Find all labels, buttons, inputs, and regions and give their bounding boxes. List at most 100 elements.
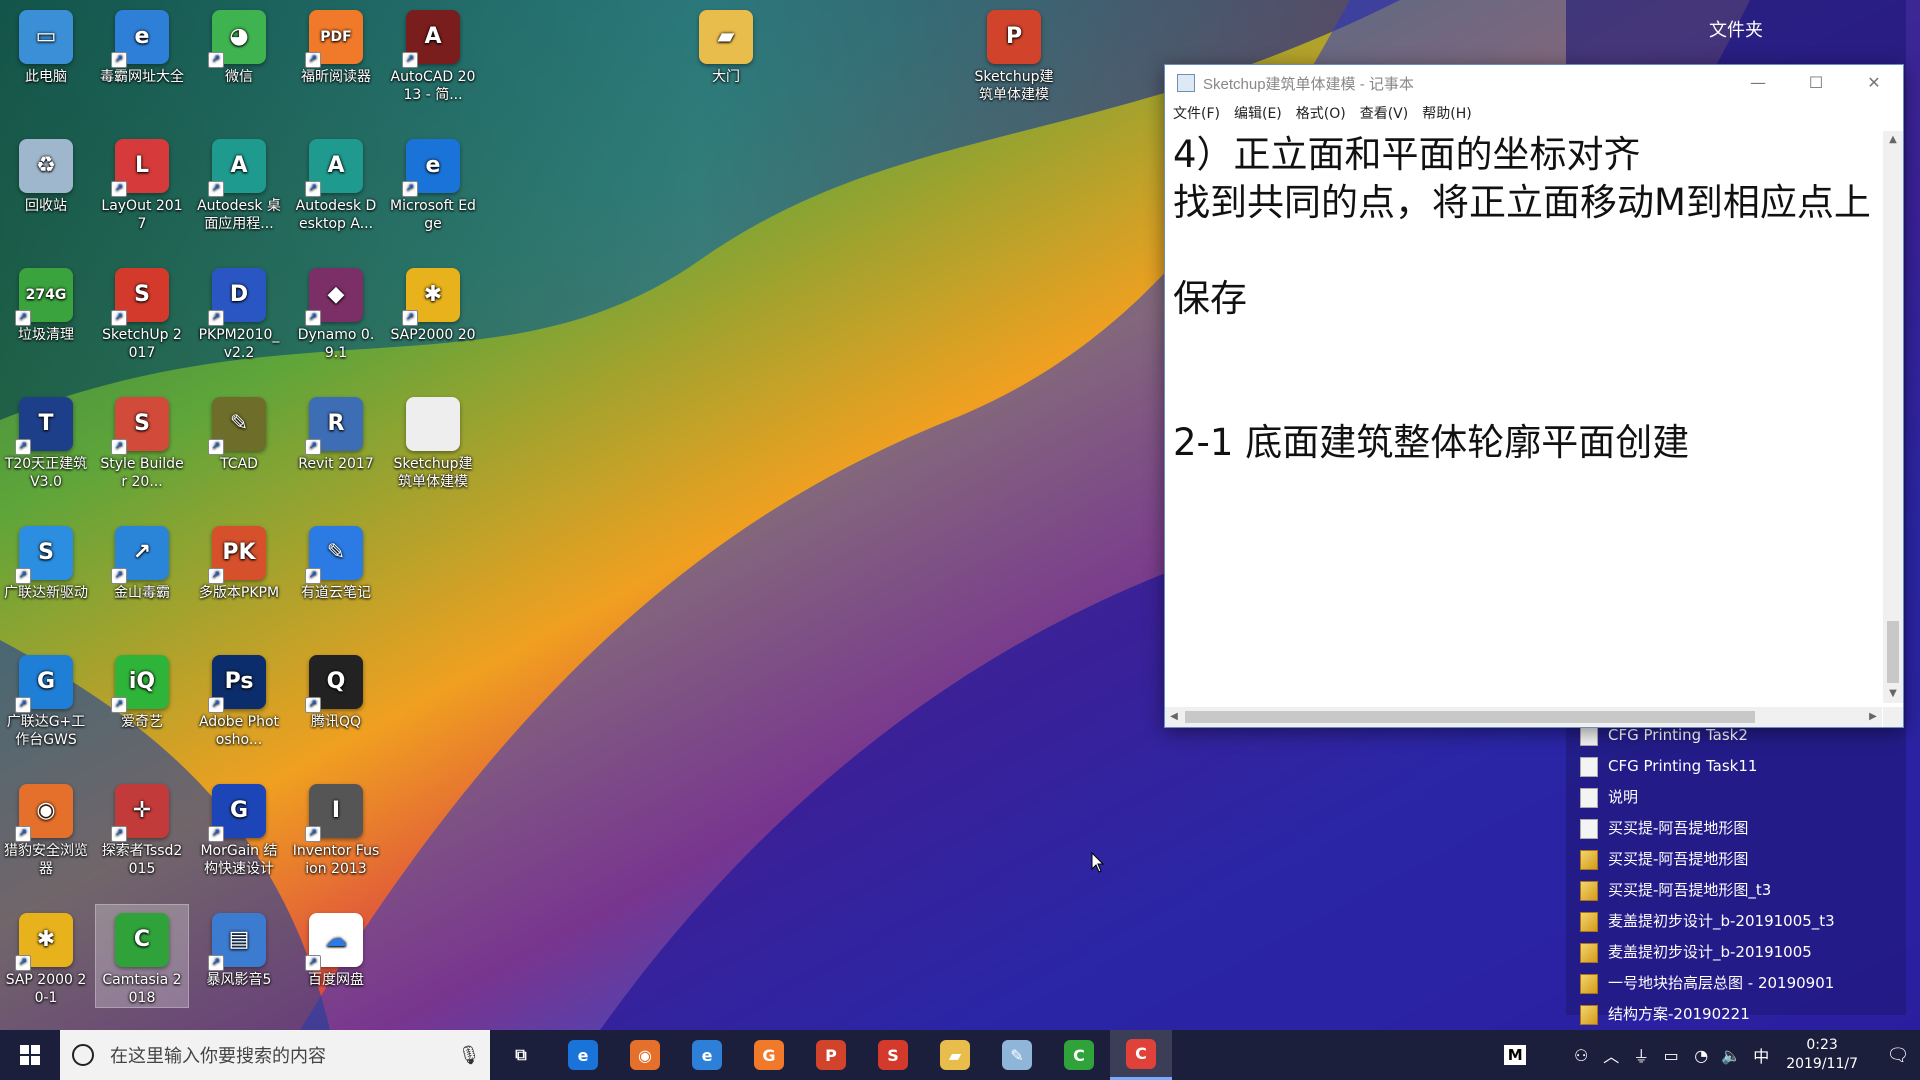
- desktop-icon[interactable]: A ↗ Autodesk 桌面应用程...: [193, 131, 285, 233]
- desktop-icon[interactable]: ✎ ↗ TCAD: [193, 389, 285, 473]
- taskbar-app-task-view[interactable]: ⧉: [490, 1030, 552, 1080]
- taskbar-app-cheetah-browser[interactable]: ◉: [614, 1030, 676, 1080]
- desktop-icon[interactable]: A ↗ AutoCAD 2013 - 简...: [387, 2, 479, 104]
- shortcut-arrow-icon: ↗: [305, 52, 321, 68]
- edge-icon: e: [568, 1040, 598, 1070]
- desktop-icon[interactable]: e ↗ 毒霸网址大全: [96, 2, 188, 86]
- taskbar-app-camtasia[interactable]: C: [1048, 1030, 1110, 1080]
- shortcut-arrow-icon: ↗: [208, 52, 224, 68]
- desktop-icon[interactable]: L ↗ LayOut 2017: [96, 131, 188, 233]
- horizontal-scroll-thumb[interactable]: [1185, 711, 1755, 723]
- sketchup-file-icon: [1580, 973, 1598, 994]
- desktop-icon[interactable]: S ↗ Style Builder 20...: [96, 389, 188, 491]
- ime-mode-indicator[interactable]: M: [1504, 1045, 1527, 1065]
- desktop-icon[interactable]: Ps ↗ Adobe Photosho...: [193, 647, 285, 749]
- taskbar-app-sketchup[interactable]: S: [862, 1030, 924, 1080]
- shortcut-arrow-icon: ↗: [15, 697, 31, 713]
- shortcut-arrow-icon: ↗: [305, 310, 321, 326]
- desktop-icon[interactable]: I ↗ Inventor Fusion 2013: [290, 776, 382, 878]
- minimize-button[interactable]: —: [1729, 65, 1787, 101]
- desktop-icon[interactable]: ☁ ↗ 百度网盘: [290, 905, 382, 989]
- maximize-button[interactable]: ☐: [1787, 65, 1845, 101]
- notepad-icon: ✎: [1002, 1040, 1032, 1070]
- desktop-icon[interactable]: ↗ ↗ 金山毒霸: [96, 518, 188, 602]
- start-button[interactable]: [0, 1030, 60, 1080]
- notepad-titlebar[interactable]: Sketchup建筑单体建模 - 记事本 — ☐ ✕: [1165, 65, 1903, 101]
- desktop-icon[interactable]: ✱ ↗ SAP 2000 20-1: [0, 905, 92, 1007]
- folder-list-item[interactable]: 麦盖提初步设计_b-20191005: [1580, 937, 1900, 968]
- desktop-icon[interactable]: ▰ 大门: [680, 2, 772, 86]
- volume-icon[interactable]: 🔈: [1716, 1046, 1746, 1065]
- network-icon[interactable]: ◔: [1686, 1046, 1716, 1065]
- taskbar-app-ie[interactable]: e: [676, 1030, 738, 1080]
- scroll-right-arrow-icon[interactable]: ▶: [1864, 707, 1882, 727]
- desktop-icon[interactable]: A ↗ Autodesk Desktop A...: [290, 131, 382, 233]
- menu-item[interactable]: 查看(V): [1360, 103, 1409, 123]
- menu-item[interactable]: 编辑(E): [1234, 103, 1282, 123]
- ime-language-indicator[interactable]: 中: [1746, 1043, 1776, 1067]
- folder-list-item[interactable]: 买买提-阿吾提地形图: [1580, 844, 1900, 875]
- people-icon[interactable]: ⚇: [1566, 1046, 1596, 1065]
- taskbar-app-foxit-reader[interactable]: G: [738, 1030, 800, 1080]
- app-icon: ✛ ↗: [111, 784, 169, 842]
- text-line: 4）正立面和平面的坐标对齐: [1173, 133, 1641, 176]
- desktop-icon[interactable]: ♻ 回收站: [0, 131, 92, 215]
- desktop-icon[interactable]: ✱ ↗ SAP2000 20: [387, 260, 479, 344]
- close-button[interactable]: ✕: [1845, 65, 1903, 101]
- desktop-icon[interactable]: ✛ ↗ 探索者Tssd2015: [96, 776, 188, 878]
- taskbar-app-file-explorer[interactable]: ▰: [924, 1030, 986, 1080]
- desktop-icon[interactable]: R ↗ Revit 2017: [290, 389, 382, 473]
- menu-item[interactable]: 格式(O): [1296, 103, 1346, 123]
- desktop-icon[interactable]: ▭ 此电脑: [0, 2, 92, 86]
- taskbar-app-notepad[interactable]: ✎: [986, 1030, 1048, 1080]
- desktop-icon[interactable]: S ↗ 广联达新驱动: [0, 518, 92, 602]
- taskbar-search-box[interactable]: 在这里输入你要搜索的内容 🎙: [60, 1030, 490, 1080]
- desktop-icon[interactable]: P Sketchup建筑单体建模: [968, 2, 1060, 104]
- scroll-left-arrow-icon[interactable]: ◀: [1165, 707, 1183, 727]
- microphone-icon[interactable]: 🎙: [454, 1045, 484, 1066]
- action-center-notification-icon[interactable]: 🗨: [1876, 1045, 1920, 1066]
- horizontal-scrollbar[interactable]: ◀ ▶: [1165, 707, 1882, 727]
- folder-list-item[interactable]: 结构方案-20190221: [1580, 999, 1900, 1030]
- desktop-icon[interactable]: G ↗ 广联达G+工作台GWS: [0, 647, 92, 749]
- taskbar-clock[interactable]: 0:23 2019/11/7: [1786, 1036, 1858, 1074]
- menu-item[interactable]: 文件(F): [1173, 103, 1220, 123]
- desktop-icon[interactable]: ▤ ↗ 暴风影音5: [193, 905, 285, 989]
- vertical-scroll-thumb[interactable]: [1887, 621, 1899, 683]
- folder-list-item[interactable]: 买买提-阿吾提地形图_t3: [1580, 875, 1900, 906]
- show-hidden-icons-chevron-up-icon[interactable]: ︿: [1596, 1043, 1626, 1067]
- desktop-icon[interactable]: T ↗ T20天正建筑V3.0: [0, 389, 92, 491]
- taskbar-app-powerpoint[interactable]: P: [800, 1030, 862, 1080]
- desktop-icon[interactable]: D ↗ PKPM2010_v2.2: [193, 260, 285, 362]
- desktop-icon[interactable]: ◕ ↗ 微信: [193, 2, 285, 86]
- taskbar-app-camtasia-recorder[interactable]: C: [1110, 1030, 1172, 1080]
- desktop-icon[interactable]: ◉ ↗ 猎豹安全浏览器: [0, 776, 92, 878]
- vertical-scrollbar[interactable]: ▲ ▼: [1883, 131, 1903, 703]
- battery-icon[interactable]: ▭: [1656, 1046, 1686, 1065]
- desktop-icon[interactable]: e ↗ Microsoft Edge: [387, 131, 479, 233]
- folder-list-item[interactable]: 说明: [1580, 782, 1900, 813]
- desktop-icon[interactable]: ◆ ↗ Dynamo 0.9.1: [290, 260, 382, 362]
- desktop-icon[interactable]: PDF ↗ 福昕阅读器: [290, 2, 382, 86]
- desktop-icon[interactable]: G ↗ MorGain 结构快速设计: [193, 776, 285, 878]
- notepad-text-area[interactable]: 4）正立面和平面的坐标对齐 找到共同的点，将正立面移动M到相应点上 保存 2-1 底面…: [1165, 131, 1882, 703]
- desktop-icon[interactable]: ✎ ↗ 有道云笔记: [290, 518, 382, 602]
- folder-list-item[interactable]: 一号地块抬高层总图 - 20190901: [1580, 968, 1900, 999]
- desktop-icon[interactable]: 274G ↗ 垃圾清理: [0, 260, 92, 344]
- folder-list-item[interactable]: 麦盖提初步设计_b-20191005_t3: [1580, 906, 1900, 937]
- desktop-icon[interactable]: iQ ↗ 爱奇艺: [96, 647, 188, 731]
- folder-list-item[interactable]: CFG Printing Task11: [1580, 751, 1900, 782]
- taskbar-app-edge[interactable]: e: [552, 1030, 614, 1080]
- usb-icon[interactable]: ⏚: [1626, 1043, 1656, 1067]
- resize-grip[interactable]: [1883, 707, 1903, 727]
- menu-item[interactable]: 帮助(H): [1422, 103, 1471, 123]
- folder-list-item[interactable]: 买买提-阿吾提地形图: [1580, 813, 1900, 844]
- desktop-icon[interactable]: PK ↗ 多版本PKPM: [193, 518, 285, 602]
- app-icon: Ps ↗: [208, 655, 266, 713]
- desktop-icon[interactable]: Q ↗ 腾讯QQ: [290, 647, 382, 731]
- scroll-down-arrow-icon[interactable]: ▼: [1883, 685, 1903, 703]
- desktop-icon[interactable]: C Camtasia 2018: [95, 904, 189, 1008]
- scroll-up-arrow-icon[interactable]: ▲: [1883, 131, 1903, 149]
- desktop-icon[interactable]: S ↗ SketchUp 2017: [96, 260, 188, 362]
- desktop-icon[interactable]: Sketchup建筑单体建模: [387, 389, 479, 491]
